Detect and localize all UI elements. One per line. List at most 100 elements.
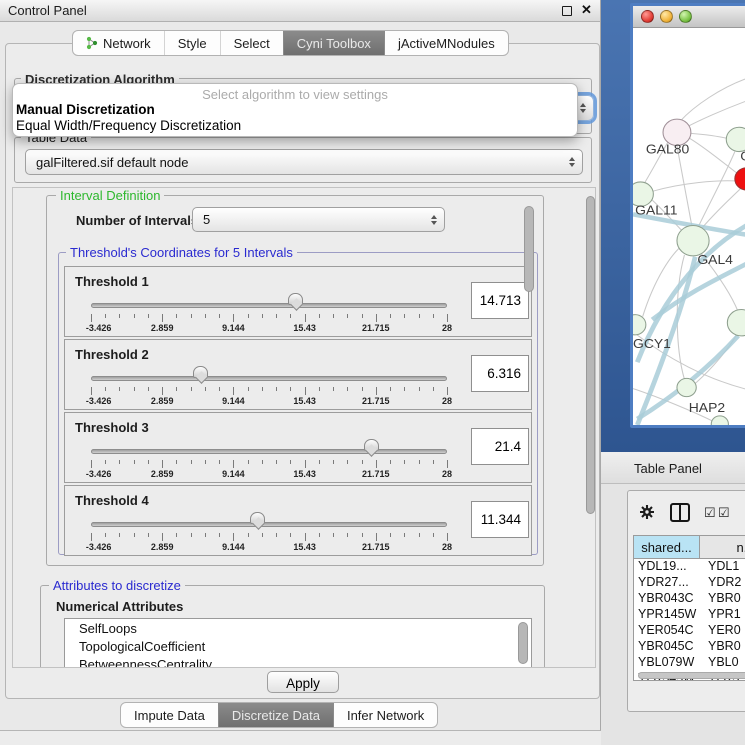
- threshold-slider-track[interactable]: [91, 522, 447, 527]
- control-panel-titlebar[interactable]: Control Panel ✕: [0, 0, 600, 22]
- threshold-value-field[interactable]: 14.713: [471, 282, 529, 319]
- network-node[interactable]: [735, 168, 745, 190]
- tab-label: Network: [103, 36, 151, 51]
- threshold-value-field[interactable]: 21.4: [471, 428, 529, 465]
- tab-style[interactable]: Style: [164, 31, 220, 55]
- close-traffic-light-icon[interactable]: [641, 10, 654, 23]
- tick-mark: [433, 387, 434, 391]
- network-node[interactable]: [633, 315, 646, 335]
- network-edge-thick[interactable]: [652, 261, 745, 320]
- tab-label: Infer Network: [347, 708, 424, 723]
- algorithm-option-equal-width[interactable]: Equal Width/Frequency Discretization: [16, 118, 241, 133]
- network-view-window[interactable]: GAL80GALCGAL11GAL4HGCY1HAP2: [630, 3, 745, 428]
- tick-mark: [176, 314, 177, 318]
- network-edge[interactable]: [691, 133, 727, 138]
- split-columns-icon[interactable]: [670, 503, 690, 522]
- tab-impute-data[interactable]: Impute Data: [121, 703, 218, 727]
- tab-discretize-data[interactable]: Discretize Data: [218, 703, 333, 727]
- slider-tick-labels: -3.4262.8599.14415.4321.71528: [91, 396, 447, 407]
- network-node[interactable]: [711, 416, 728, 425]
- tab-jactivemnodules[interactable]: jActiveMNodules: [384, 31, 508, 55]
- tick-mark: [119, 533, 120, 537]
- table-row[interactable]: YPR145WYPR1: [634, 607, 745, 623]
- minimize-traffic-light-icon[interactable]: [660, 10, 673, 23]
- tick-mark: [233, 387, 234, 395]
- zoom-traffic-light-icon[interactable]: [679, 10, 692, 23]
- tick-mark: [290, 533, 291, 537]
- node-label: GAL4: [697, 252, 733, 267]
- tick-mark: [105, 460, 106, 464]
- tick-mark: [91, 387, 92, 395]
- network-node[interactable]: [727, 310, 745, 336]
- tick-mark: [419, 314, 420, 318]
- checkbox-icon[interactable]: ☑: [704, 505, 716, 521]
- settings-scroll-pane: Interval Definition Number of Intervals …: [12, 187, 596, 668]
- table-row[interactable]: YDR27...YDR2: [634, 575, 745, 591]
- tab-network[interactable]: Network: [73, 31, 164, 55]
- network-window-titlebar[interactable]: [633, 6, 745, 28]
- column-header-name[interactable]: n...: [700, 536, 745, 559]
- threshold-value-field[interactable]: 6.316: [471, 355, 529, 392]
- network-canvas[interactable]: GAL80GALCGAL11GAL4HGCY1HAP2: [633, 28, 745, 425]
- combo-arrows-icon: [569, 157, 575, 167]
- threshold-slider-track[interactable]: [91, 449, 447, 454]
- threshold-slider-thumb[interactable]: [288, 293, 303, 305]
- algorithm-dropdown-popup: Select algorithm to view settings Manual…: [12, 83, 578, 137]
- interval-definition-title: Interval Definition: [56, 188, 164, 203]
- threshold-slider-thumb[interactable]: [364, 439, 379, 451]
- network-edge[interactable]: [677, 145, 692, 226]
- tab-label: jActiveMNodules: [398, 36, 495, 51]
- tick-mark: [105, 533, 106, 537]
- attribute-list-item[interactable]: SelfLoops: [65, 619, 531, 637]
- checkbox-icon[interactable]: ☑: [718, 505, 730, 521]
- number-of-intervals-combobox[interactable]: 5: [192, 207, 445, 232]
- network-node[interactable]: [677, 378, 696, 396]
- threshold-row: Threshold 1 -3.4262.8599.14415.4321.7152…: [64, 266, 532, 337]
- tick-mark: [319, 387, 320, 391]
- numerical-attributes-list[interactable]: SelfLoopsTopologicalCoefficientBetweenne…: [64, 618, 532, 668]
- table-row[interactable]: YBR043CYBR0: [634, 591, 745, 607]
- tab-cyni-toolbox[interactable]: Cyni Toolbox: [283, 31, 384, 55]
- table-row[interactable]: YBL079WYBL0: [634, 655, 745, 671]
- tick-mark: [376, 460, 377, 468]
- close-icon[interactable]: ✕: [581, 2, 592, 18]
- threshold-label: Threshold 1: [75, 274, 149, 289]
- table-row[interactable]: YDL19...YDL1: [634, 559, 745, 575]
- tick-mark: [205, 533, 206, 537]
- tab-select[interactable]: Select: [220, 31, 283, 55]
- tab-label: Select: [234, 36, 270, 51]
- threshold-slider-thumb[interactable]: [193, 366, 208, 378]
- table-row[interactable]: YER054CYER0: [634, 623, 745, 639]
- table-toolbar: ☑ ☑: [628, 491, 745, 533]
- tick-mark: [276, 314, 277, 318]
- cell-shared-name: YBR045C: [634, 639, 700, 655]
- network-edge[interactable]: [684, 99, 745, 128]
- table-hscrollbar-thumb[interactable]: [638, 672, 745, 679]
- main-scrollbar-thumb[interactable]: [586, 196, 595, 514]
- network-edge[interactable]: [653, 181, 736, 191]
- tick-mark: [134, 387, 135, 391]
- tick-mark: [333, 314, 334, 318]
- algorithm-option-manual[interactable]: Manual Discretization: [16, 102, 155, 117]
- apply-button[interactable]: Apply: [267, 671, 339, 693]
- threshold-value-field[interactable]: 11.344: [471, 501, 529, 538]
- interval-scrollbar-thumb[interactable]: [524, 206, 534, 292]
- attribute-list-item[interactable]: TopologicalCoefficient: [65, 637, 531, 655]
- threshold-slider-track[interactable]: [91, 376, 447, 381]
- network-node[interactable]: [726, 127, 745, 151]
- tick-mark: [276, 460, 277, 464]
- network-edge[interactable]: [698, 152, 734, 227]
- table-row[interactable]: YBR045CYBR0: [634, 639, 745, 655]
- table-panel-title: Table Panel: [634, 461, 702, 476]
- table-panel-header[interactable]: Table Panel: [601, 452, 745, 484]
- threshold-slider-thumb[interactable]: [250, 512, 265, 524]
- column-header-shared-name[interactable]: shared...: [634, 536, 700, 559]
- tick-mark: [262, 314, 263, 318]
- table-data-combobox[interactable]: galFiltered.sif default node: [25, 149, 583, 175]
- gear-icon[interactable]: [639, 504, 655, 520]
- attribute-list-item[interactable]: BetweennessCentrality: [65, 655, 531, 668]
- float-window-icon[interactable]: [562, 6, 572, 16]
- threshold-slider-track[interactable]: [91, 303, 447, 308]
- attributes-scrollbar-thumb[interactable]: [518, 622, 528, 664]
- tab-infer-network[interactable]: Infer Network: [333, 703, 437, 727]
